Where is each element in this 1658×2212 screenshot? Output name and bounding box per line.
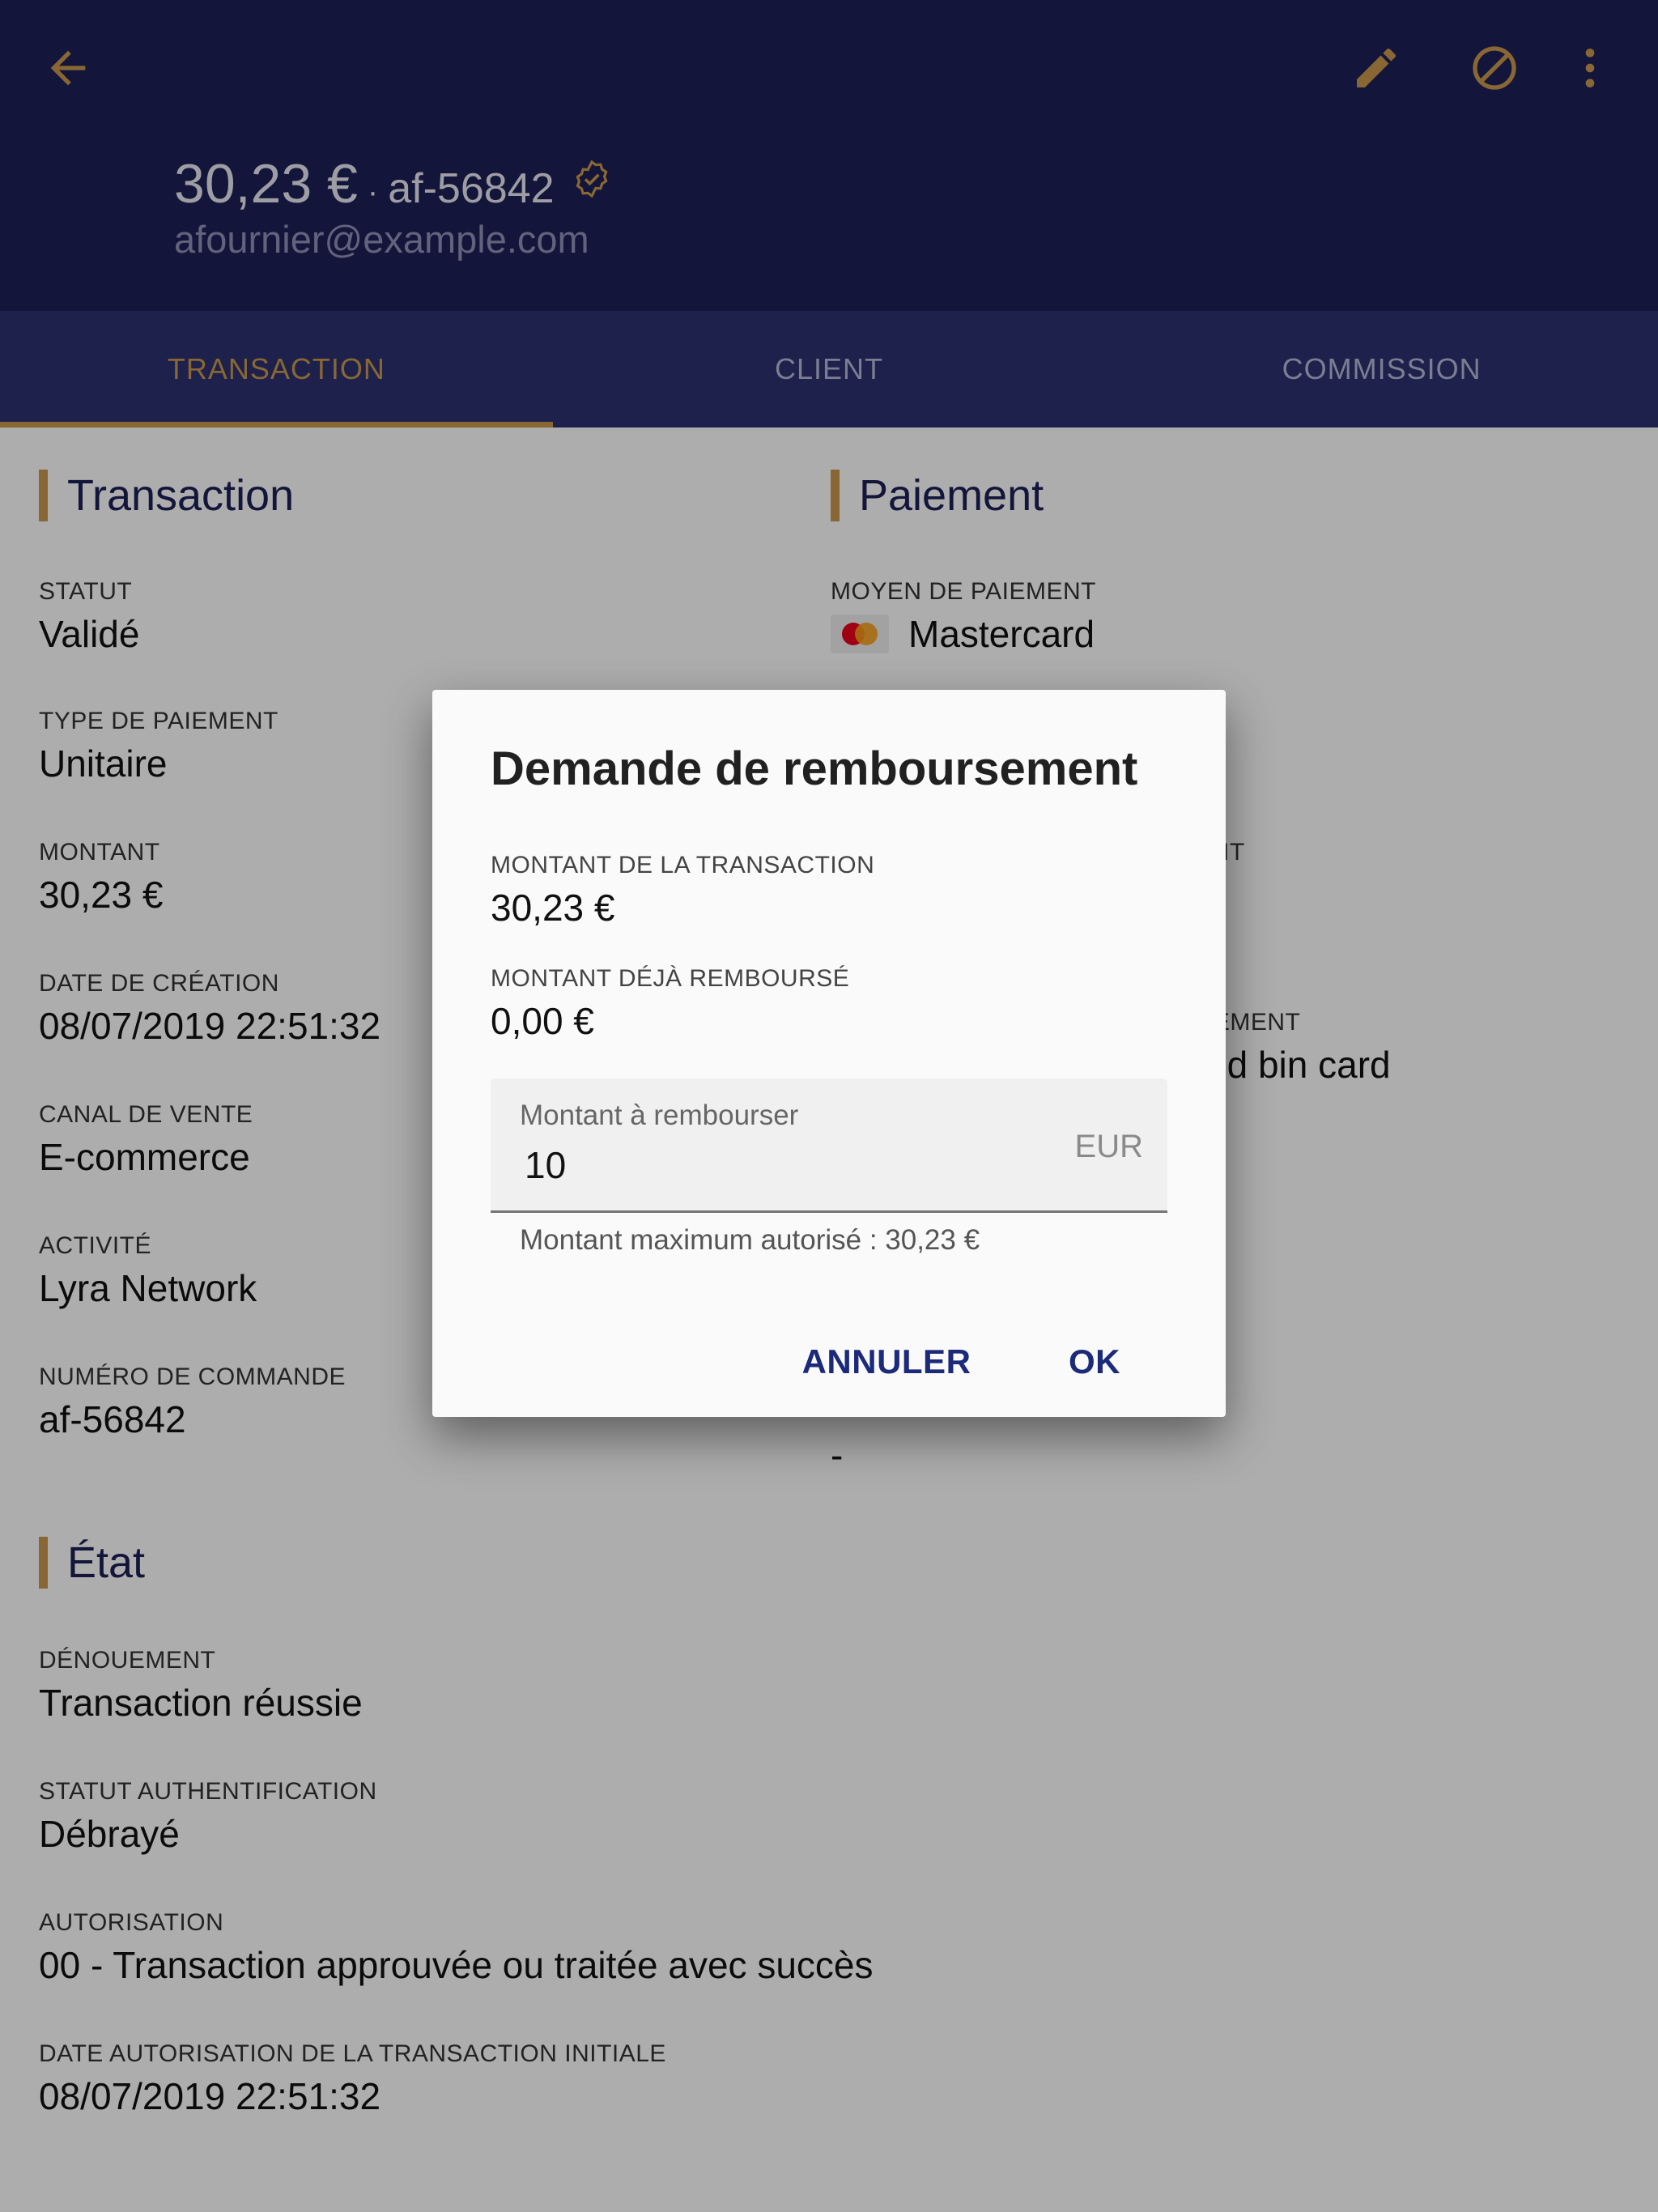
field-label: MONTANT DÉJÀ REMBOURSÉ [491,965,850,992]
dialog-title: Demande de remboursement [491,742,1138,795]
refund-amount-field[interactable]: Montant à rembourser EUR [491,1078,1167,1213]
dialog-transaction-amount: MONTANT DE LA TRANSACTION 30,23 € [491,852,874,929]
refund-amount-input[interactable] [520,1137,1005,1193]
refund-helper-text: Montant maximum autorisé : 30,23 € [520,1224,980,1256]
cancel-button[interactable]: ANNULER [793,1329,980,1394]
field-value: 30,23 € [491,887,615,929]
field-value: 0,00 € [491,1000,594,1042]
currency-suffix: EUR [1074,1129,1143,1164]
refund-dialog: Demande de remboursement MONTANT DE LA T… [432,690,1226,1417]
refund-amount-label: Montant à rembourser [520,1100,799,1131]
field-label: MONTANT DE LA TRANSACTION [491,852,875,878]
ok-button[interactable]: OK [1041,1329,1148,1394]
dialog-refunded-amount: MONTANT DÉJÀ REMBOURSÉ 0,00 € [491,965,849,1043]
